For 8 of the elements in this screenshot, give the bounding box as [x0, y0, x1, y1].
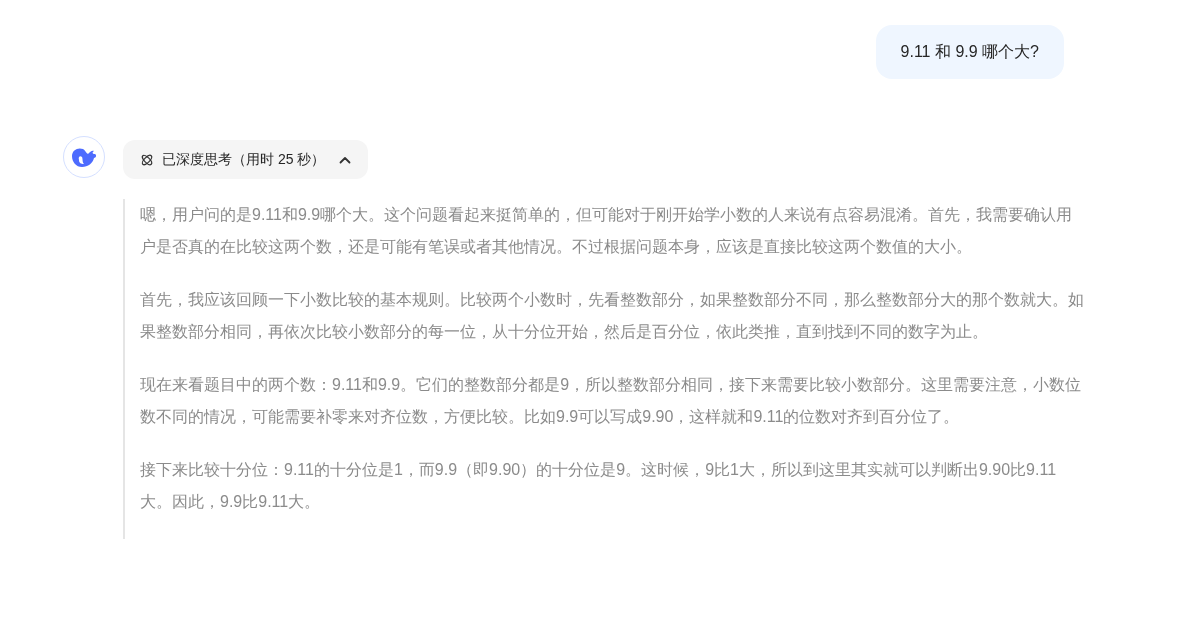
thinking-paragraph: 嗯，用户问的是9.11和9.9哪个大。这个问题看起来挺简单的，但可能对于刚开始学小数的人来说有点容易混淆。首先，我需要确认用户是否真的在比较这两个数，还是可能有笔误或者其他情况。不过根据问题本身，应该是直接比较这两个数值的大小。	[140, 205, 1074, 257]
user-message: 9.11 和 9.9 哪个大?	[875, 25, 1064, 79]
chevron-icon	[339, 155, 352, 164]
thinking-toggle-button[interactable]: 已深度思考（用时 25 秒）	[123, 140, 369, 179]
thinking-paragraph: 首先，我应该回顾一下小数比较的基本规则。比较两个小数时，先看整数部分，如果整数部分不同，那么整数部分大的那个数就大。如果整数部分相同，再依次比较小数部分的每一位，从十分位开始，然后是百分位，依此类推，直到找到不同的数字为止。	[140, 290, 1085, 342]
thinking-paragraph: 接下来比较十分位：9.11的十分位是1，而9.9（即9.90）的十分位是9。这时候，9比1大，所以到这里其实就可以判断出9.90比9.11大。因此，9.9比9.11大。	[140, 460, 1058, 512]
atom-icon	[140, 152, 154, 167]
thinking-paragraph: 现在来看题目中的两个数：9.11和9.9。它们的整数部分都是9，所以整数部分相同，接下来需要比较小数部分。这里需要注意，小数位数不同的情况，可能需要补零来对齐位数，方便比较。比如9.9可以写成9.90，这样就和9.11的位数对齐到百分位了。	[140, 375, 1083, 427]
